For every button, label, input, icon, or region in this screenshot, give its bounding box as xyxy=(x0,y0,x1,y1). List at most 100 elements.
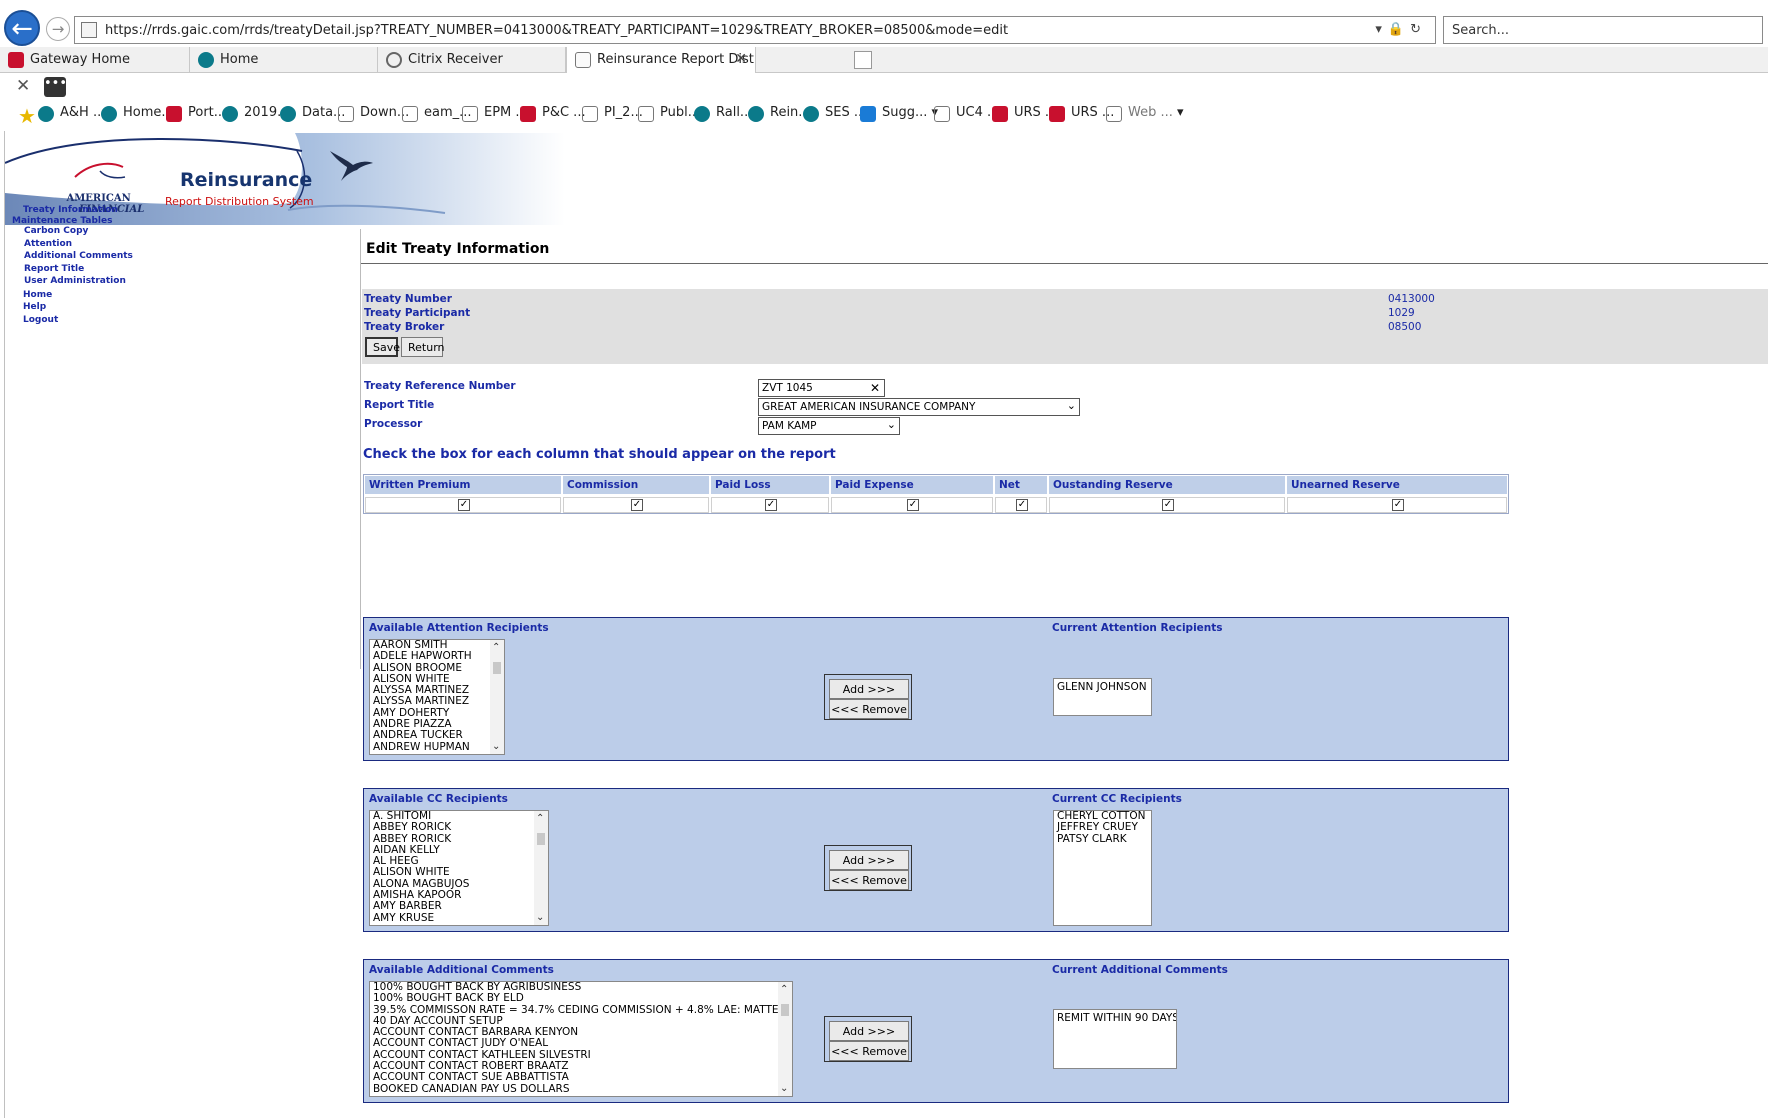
outstanding-reserve-checkbox[interactable]: ✓ xyxy=(1162,499,1174,511)
scroll-thumb[interactable] xyxy=(537,833,545,845)
more-icon[interactable]: ••• xyxy=(44,77,67,97)
nav-logout[interactable]: Logout xyxy=(23,315,58,325)
favorite-item[interactable]: Data... xyxy=(280,105,345,122)
add-comment-button[interactable]: Add >>> xyxy=(829,1021,909,1041)
available-cc-list[interactable]: A. SHITOMI ABBEY RORICK ABBEY RORICK AIDAN … xyxy=(369,810,549,926)
return-button[interactable]: Return xyxy=(401,337,445,357)
refresh-icon[interactable]: ↻ xyxy=(1410,22,1427,37)
list-option[interactable]: GLENN JOHNSON xyxy=(1054,681,1151,693)
tab-reinsurance-report[interactable]: Reinsurance Report Distribu... ✕ xyxy=(566,47,756,73)
paid-loss-checkbox[interactable]: ✓ xyxy=(765,499,777,511)
nav-attention[interactable]: Attention xyxy=(24,239,72,249)
favorite-item[interactable]: URS ... xyxy=(1049,105,1114,122)
favorite-item[interactable]: Rein... xyxy=(748,105,811,122)
favorite-item[interactable]: A&H ... xyxy=(38,105,105,122)
add-cc-button[interactable]: Add >>> xyxy=(829,850,909,870)
chevron-down-icon[interactable]: ⌄ xyxy=(492,741,500,752)
nav-home[interactable]: Home xyxy=(23,290,52,300)
favorite-item[interactable]: SES ... xyxy=(803,105,866,122)
chevron-down-icon[interactable]: ⌄ xyxy=(536,912,544,923)
written-premium-checkbox[interactable]: ✓ xyxy=(458,499,470,511)
list-option[interactable]: JEFFREY CRUEY xyxy=(1054,821,1151,833)
favorite-item[interactable]: URS ... xyxy=(992,105,1057,122)
favorite-item[interactable]: Home... xyxy=(101,105,174,122)
chevron-down-icon[interactable]: ⌄ xyxy=(1067,399,1076,414)
list-option[interactable]: ANDREW HUPMAN xyxy=(370,741,504,753)
dropdown-icon[interactable]: ▾ xyxy=(1375,22,1388,37)
address-controls[interactable]: ▾🔒↻ xyxy=(1375,22,1427,37)
scroll-thumb[interactable] xyxy=(493,662,501,674)
list-option[interactable]: AMY KRUSE xyxy=(370,912,548,924)
favorite-item[interactable]: Down... xyxy=(338,105,409,122)
favorite-item[interactable]: Rall... xyxy=(694,105,752,122)
scrollbar[interactable]: ⌃ ⌄ xyxy=(534,811,548,925)
unearned-reserve-checkbox[interactable]: ✓ xyxy=(1392,499,1404,511)
list-option[interactable]: PATSY CLARK xyxy=(1054,833,1151,845)
available-comments-list[interactable]: 100% BOUGHT BACK BY AGRIBUSINESS 100% BOU… xyxy=(369,981,793,1097)
remove-cc-button[interactable]: <<< Remove xyxy=(829,870,909,890)
nav-carbon-copy[interactable]: Carbon Copy xyxy=(24,226,88,236)
address-bar[interactable]: https://rrds.gaic.com/rrds/treatyDetail.… xyxy=(74,16,1436,44)
chevron-up-icon[interactable]: ⌃ xyxy=(536,813,544,824)
remove-comment-button[interactable]: <<< Remove xyxy=(829,1041,909,1061)
save-button[interactable]: Save xyxy=(365,337,400,357)
favorite-item[interactable]: EPM ... xyxy=(462,105,528,122)
favorite-item[interactable]: Sugg... ▾ xyxy=(860,105,938,122)
list-option[interactable]: ACCOUNT CONTACT SUE ABBATTISTA xyxy=(370,1072,792,1084)
commission-checkbox[interactable]: ✓ xyxy=(631,499,643,511)
nav-maintenance-tables: Maintenance Tables xyxy=(12,216,113,226)
report-title-select[interactable]: GREAT AMERICAN INSURANCE COMPANY ⌄ xyxy=(758,398,1080,416)
net-checkbox[interactable]: ✓ xyxy=(1016,499,1028,511)
nav-report-title[interactable]: Report Title xyxy=(24,264,84,274)
paid-expense-checkbox[interactable]: ✓ xyxy=(907,499,919,511)
list-option[interactable]: ADELE HAPWORTH xyxy=(370,650,504,662)
list-option[interactable]: AMY BARBER xyxy=(370,901,548,913)
chevron-down-icon[interactable]: ⌄ xyxy=(780,1083,788,1094)
favorite-item[interactable]: Port... xyxy=(166,105,226,122)
add-attention-button[interactable]: Add >>> xyxy=(829,679,909,699)
back-arrow-icon[interactable]: ← xyxy=(4,10,40,46)
list-option[interactable]: REMIT WITHIN 90 DAYS xyxy=(1054,1012,1176,1024)
dropdown-icon[interactable]: ▾ xyxy=(1173,105,1184,120)
favorite-item[interactable]: P&C ... xyxy=(520,105,586,122)
scroll-thumb[interactable] xyxy=(781,1004,789,1016)
nav-user-administration[interactable]: User Administration xyxy=(24,276,126,286)
tab-home[interactable]: Home xyxy=(190,47,378,73)
close-icon[interactable]: ✕ xyxy=(735,47,747,72)
favorite-item[interactable]: Publ... xyxy=(638,105,700,122)
chevron-up-icon[interactable]: ⌃ xyxy=(492,642,500,653)
close-icon[interactable]: ✕ xyxy=(16,76,30,96)
clear-icon[interactable]: ✕ xyxy=(870,380,880,396)
nav-additional-comments[interactable]: Additional Comments xyxy=(24,251,133,261)
available-attention-list[interactable]: AARON SMITH ADELE HAPWORTH ALISON BROOME AL… xyxy=(369,639,505,755)
remove-attention-button[interactable]: <<< Remove xyxy=(829,699,909,719)
nav-treaty-information[interactable]: Treaty Information xyxy=(23,205,118,215)
list-option[interactable]: 100% BOUGHT BACK BY ELD xyxy=(370,992,792,1004)
nav-help[interactable]: Help xyxy=(23,302,46,312)
tab-gateway-home[interactable]: Gateway Home xyxy=(0,47,190,73)
list-option[interactable]: BOOKED CANADIAN PAY US DOLLARS xyxy=(370,1083,792,1095)
col-cell: ✓ xyxy=(1287,497,1507,513)
command-bar: ✕ ••• xyxy=(0,74,1768,102)
current-comments-list[interactable]: REMIT WITHIN 90 DAYS xyxy=(1053,1009,1177,1069)
treaty-reference-label: Treaty Reference Number xyxy=(364,380,516,392)
address-url[interactable]: https://rrds.gaic.com/rrds/treatyDetail.… xyxy=(105,23,1008,38)
col-header-commission: Commission xyxy=(563,476,709,494)
favorite-item[interactable]: PI_2... xyxy=(582,105,643,122)
tab-citrix-receiver[interactable]: Citrix Receiver xyxy=(378,47,566,73)
scrollbar[interactable]: ⌃ ⌄ xyxy=(778,982,792,1096)
treaty-reference-input[interactable]: ZVT 1045 ✕ xyxy=(758,379,885,397)
favorite-item[interactable]: UC4 ... xyxy=(934,105,999,122)
favorite-item[interactable]: Web ... ▾ xyxy=(1106,105,1184,122)
chevron-up-icon[interactable]: ⌃ xyxy=(780,984,788,995)
current-attention-list[interactable]: GLENN JOHNSON xyxy=(1053,678,1152,716)
chevron-down-icon[interactable]: ⌄ xyxy=(887,418,896,433)
list-option[interactable]: ABBEY RORICK xyxy=(370,821,548,833)
new-tab-icon[interactable] xyxy=(854,51,872,69)
forward-arrow-icon[interactable]: → xyxy=(46,17,70,41)
browser-search-box[interactable]: Search... xyxy=(1443,16,1763,44)
processor-select[interactable]: PAM KAMP ⌄ xyxy=(758,417,900,435)
current-cc-list[interactable]: CHERYL COTTON JEFFREY CRUEY PATSY CLARK xyxy=(1053,810,1152,926)
scrollbar[interactable]: ⌃ ⌄ xyxy=(490,640,504,754)
list-option[interactable]: ANDREA TUCKER xyxy=(370,730,504,742)
